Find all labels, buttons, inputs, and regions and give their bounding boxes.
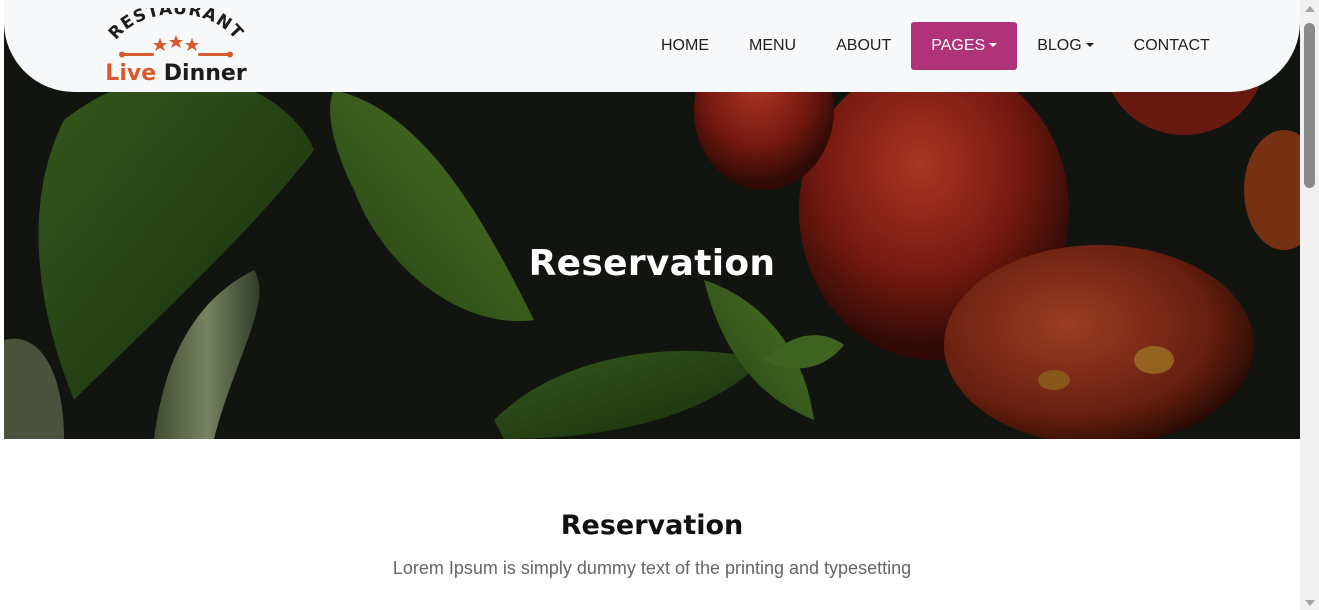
logo-word-live: Live: [105, 61, 157, 86]
nav-item-pages[interactable]: PAGES: [911, 22, 1018, 70]
hero-title: Reservation: [528, 243, 776, 284]
page-scrollbar[interactable]: [1300, 0, 1319, 610]
navbar: RESTAURANT Live Dinner HOME MENU ABOUT P…: [4, 0, 1300, 92]
logo-word-dinner: Dinner: [163, 61, 247, 86]
nav-item-blog[interactable]: BLOG: [1017, 22, 1113, 70]
nav-label-about: ABOUT: [836, 37, 892, 54]
scroll-up-arrow-icon[interactable]: [1305, 6, 1315, 12]
scrollbar-thumb[interactable]: [1304, 23, 1315, 188]
logo-wordmark: Live Dinner: [96, 61, 256, 86]
caret-down-icon: [1085, 42, 1094, 47]
restaurant-logo[interactable]: RESTAURANT Live Dinner: [96, 0, 256, 88]
caret-down-icon: [989, 42, 998, 47]
nav-item-home[interactable]: HOME: [641, 22, 729, 70]
section-title: Reservation: [560, 510, 744, 541]
nav-item-about[interactable]: ABOUT: [816, 22, 911, 70]
nav-label-contact: CONTACT: [1133, 37, 1210, 54]
nav-item-menu[interactable]: MENU: [729, 22, 816, 70]
nav-label-menu: MENU: [749, 37, 797, 54]
main-nav: HOME MENU ABOUT PAGES BLOG CONTACT: [641, 22, 1230, 70]
nav-item-contact[interactable]: CONTACT: [1114, 22, 1230, 70]
logo-emblem: RESTAURANT: [105, 0, 246, 58]
nav-label-home: HOME: [661, 37, 709, 54]
scroll-down-arrow-icon[interactable]: [1305, 600, 1315, 606]
nav-label-pages: PAGES: [931, 37, 986, 54]
section-subtitle: Lorem Ipsum is simply dummy text of the …: [392, 558, 912, 578]
nav-label-blog: BLOG: [1037, 37, 1082, 54]
